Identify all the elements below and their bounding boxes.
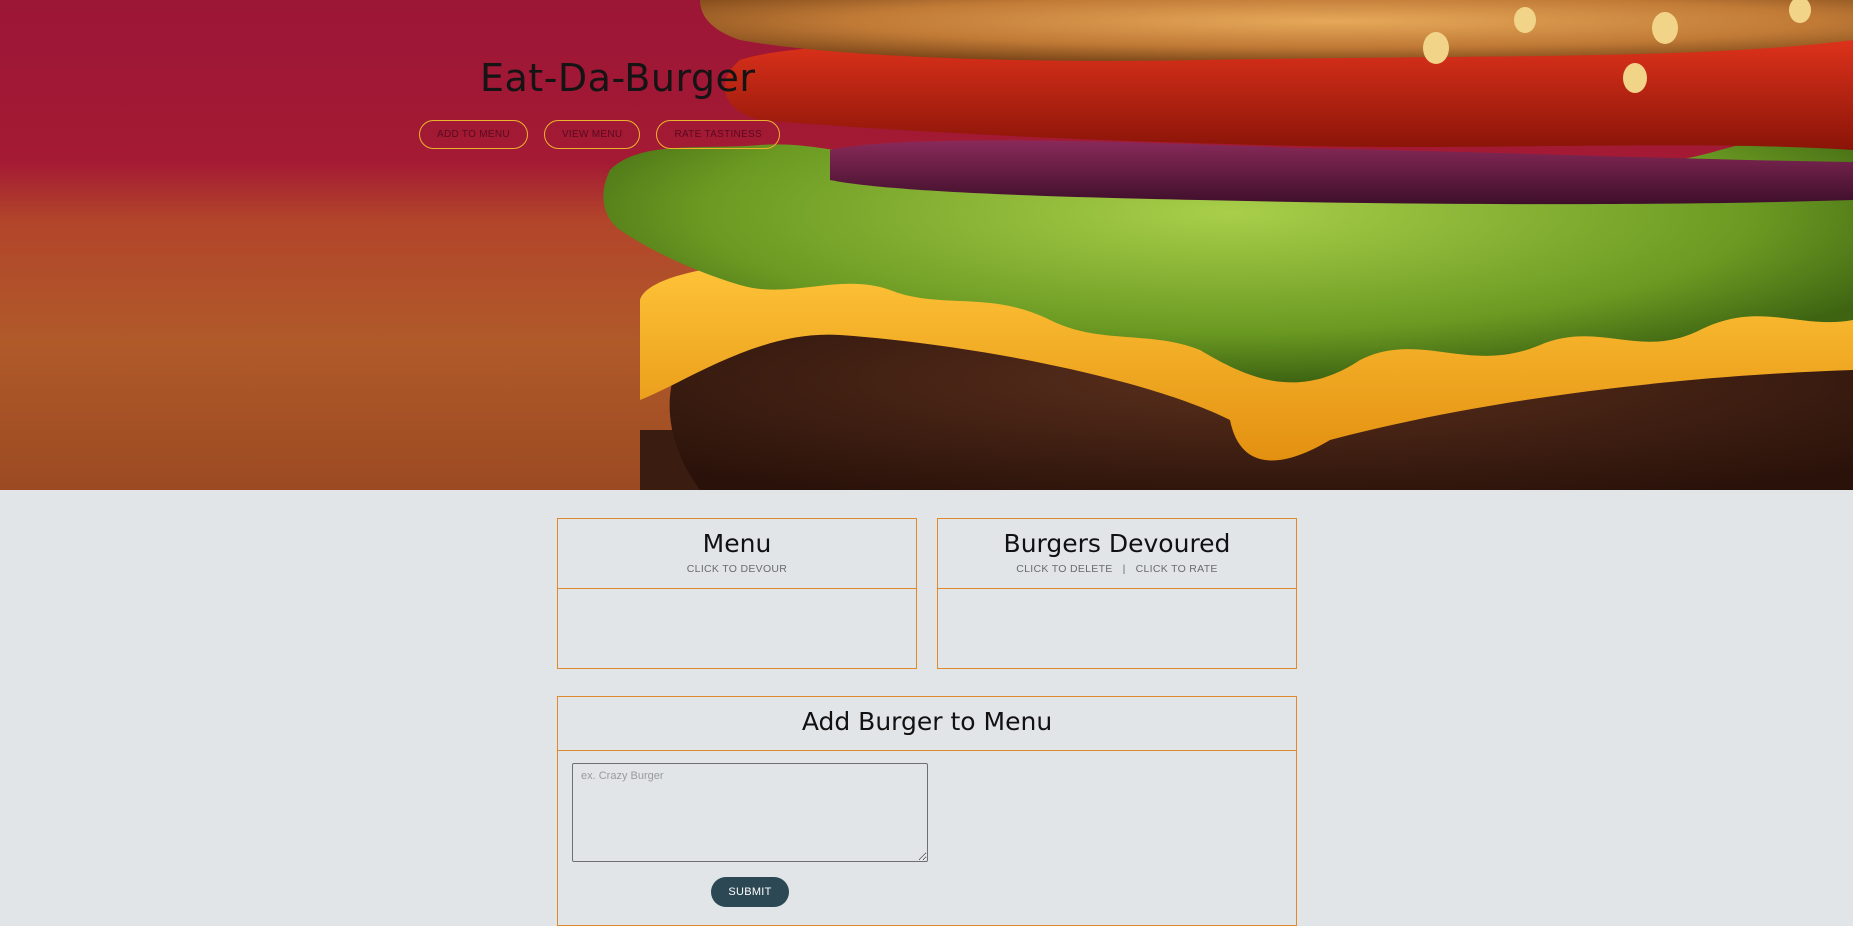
add-burger-card: Add Burger to Menu SUBMIT <box>557 696 1297 926</box>
add-to-menu-button[interactable]: ADD TO MENU <box>419 120 528 149</box>
hero-banner: Eat-Da-Burger ADD TO MENU VIEW MENU RATE… <box>0 0 1853 490</box>
menu-card: Menu CLICK TO DEVOUR <box>557 518 917 669</box>
rate-tastiness-button[interactable]: RATE TASTINESS <box>656 120 780 149</box>
view-menu-button[interactable]: VIEW MENU <box>543 120 641 149</box>
devoured-title: Burgers Devoured <box>1003 529 1231 558</box>
devoured-card: Burgers Devoured CLICK TO DELETE | CLICK T… <box>937 518 1297 669</box>
click-to-delete-hint: CLICK TO DELETE <box>1016 563 1113 575</box>
site-title: Eat-Da-Burger <box>480 56 756 100</box>
burger-hero-image <box>603 0 1853 490</box>
burger-name-input[interactable] <box>572 763 928 862</box>
add-burger-header: Add Burger to Menu <box>558 697 1296 751</box>
devoured-subtitle: CLICK TO DELETE | CLICK TO RATE <box>938 563 1296 575</box>
submit-button[interactable]: SUBMIT <box>711 877 789 907</box>
add-burger-title: Add Burger to Menu <box>801 707 1053 736</box>
menu-card-header: Menu CLICK TO DEVOUR <box>558 519 916 589</box>
hero-nav: ADD TO MENU VIEW MENU RATE TASTINESS <box>419 120 780 149</box>
menu-subtitle: CLICK TO DEVOUR <box>686 563 788 575</box>
devoured-card-header: Burgers Devoured CLICK TO DELETE | CLICK T… <box>938 519 1296 589</box>
subtitle-separator: | <box>1122 563 1126 575</box>
menu-title: Menu <box>702 529 772 558</box>
click-to-rate-hint: CLICK TO RATE <box>1135 563 1218 575</box>
